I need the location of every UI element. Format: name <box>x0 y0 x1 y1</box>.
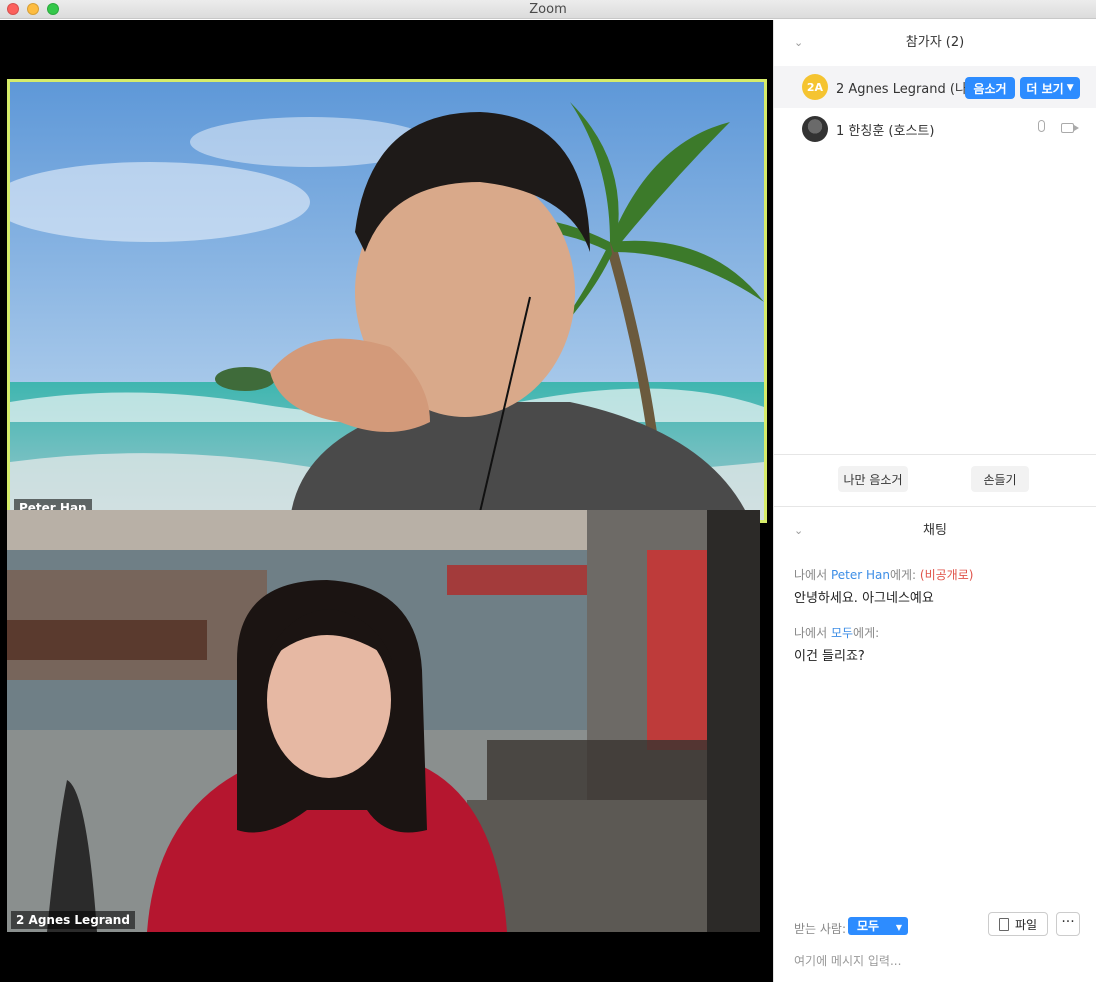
file-button-label: 파일 <box>1014 917 1038 932</box>
more-button-label: 더 보기 <box>1026 81 1064 96</box>
message-text: 안녕하세요. 아그네스예요 <box>794 591 934 606</box>
participant-actions: 나만 음소거 손들기 <box>774 464 1096 494</box>
chevron-down-icon: ▼ <box>1066 83 1074 93</box>
message-from: 나에서 <box>794 568 828 582</box>
message-to[interactable]: 모두 <box>831 626 853 640</box>
avatar <box>802 116 828 142</box>
chevron-down-icon[interactable]: ⌄ <box>794 20 803 66</box>
window-title: Zoom <box>529 2 567 17</box>
recipient-select[interactable]: 모두 ▼ <box>848 917 908 935</box>
participant-row-agnes[interactable]: 2A 2 Agnes Legrand (나) 음소거 더 보기 ▼ <box>774 66 1096 108</box>
side-panel: ⌄ 참가자 (2) 2A 2 Agnes Legrand (나) 음소거 더 보… <box>773 20 1096 982</box>
chevron-down-icon[interactable]: ⌄ <box>794 508 803 554</box>
chat-title: 채팅 <box>923 523 947 538</box>
canal-background-image <box>7 510 760 932</box>
more-button[interactable]: 더 보기 ▼ <box>1020 77 1080 99</box>
participant-name-tag: 2 Agnes Legrand <box>11 911 135 929</box>
chat-panel: ⌄ 채팅 나에서 Peter Han에게: (비공개로) 안녕하세요. 아그네스… <box>774 508 1096 982</box>
message-to-suffix: 에게: <box>853 626 880 640</box>
video-tile-peter-han[interactable]: Peter Han <box>7 79 767 523</box>
participant-name: 2 Agnes Legrand (나) <box>836 81 972 97</box>
message-from: 나에서 <box>794 626 828 640</box>
microphone-icon[interactable] <box>1034 120 1050 138</box>
participants-title: 참가자 (2) <box>905 35 965 50</box>
message-text: 이건 들리죠? <box>794 649 865 664</box>
mute-me-button[interactable]: 나만 음소거 <box>838 466 908 492</box>
message-to-suffix: 에게: <box>889 568 917 582</box>
divider <box>774 454 1096 455</box>
mute-button[interactable]: 음소거 <box>965 77 1015 99</box>
message-meta: 나에서 모두에게: <box>794 624 1086 641</box>
participant-name: 1 한칭훈 (호스트) <box>836 123 935 139</box>
video-tile-agnes-legrand[interactable]: 2 Agnes Legrand <box>7 510 760 932</box>
avatar: 2A <box>802 74 828 100</box>
window-titlebar: Zoom <box>0 0 1096 19</box>
video-camera-icon[interactable] <box>1061 120 1079 138</box>
chat-footer: 받는 사람: 모두 ▼ 파일 ··· <box>774 912 1096 942</box>
caret-down-icon: ▼ <box>895 923 902 932</box>
chat-messages: 나에서 Peter Han에게: (비공개로) 안녕하세요. 아그네스예요 나에… <box>794 566 1086 682</box>
participants-header: ⌄ 참가자 (2) <box>774 20 1096 66</box>
participant-row-host[interactable]: 1 한칭훈 (호스트) <box>774 108 1096 150</box>
message-meta: 나에서 Peter Han에게: (비공개로) <box>794 566 1086 583</box>
beach-background-image <box>10 82 764 520</box>
chat-message-input[interactable] <box>794 954 1084 968</box>
private-tag: (비공개로) <box>919 568 974 582</box>
document-icon <box>998 917 1009 931</box>
video-gallery: Peter Han 2 Agnes Legrand <box>0 20 773 982</box>
chat-header: ⌄ 채팅 <box>774 508 1096 554</box>
more-options-button[interactable]: ··· <box>1056 912 1080 936</box>
file-button[interactable]: 파일 <box>988 912 1048 936</box>
divider <box>774 506 1096 507</box>
recipient-label: 받는 사람: <box>794 922 847 936</box>
recipient-value: 모두 <box>857 919 880 933</box>
message-to[interactable]: Peter Han <box>831 568 890 582</box>
raise-hand-button[interactable]: 손들기 <box>971 466 1029 492</box>
